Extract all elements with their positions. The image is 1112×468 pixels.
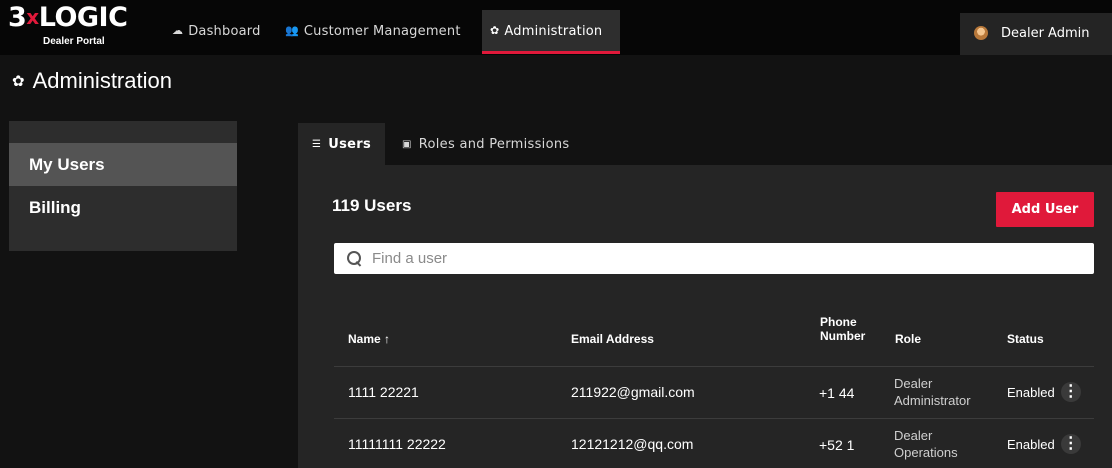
gear-icon: ✿ bbox=[12, 73, 25, 90]
cell-email: 211922@gmail.com bbox=[571, 384, 695, 400]
user-menu-label: Dealer Admin bbox=[1001, 25, 1090, 41]
more-options-icon[interactable]: ⋮ bbox=[1060, 382, 1081, 402]
nav-dashboard-label: Dashboard bbox=[188, 24, 261, 39]
sidebar-item-label: Billing bbox=[29, 197, 81, 217]
search-icon bbox=[346, 250, 364, 268]
nav-administration-label: Administration bbox=[504, 24, 603, 39]
cell-name: 11111111 22222 bbox=[348, 436, 446, 452]
cell-role-line1: Dealer bbox=[894, 376, 933, 391]
users-icon: 👥 bbox=[285, 24, 299, 37]
status-text: Enabled bbox=[1007, 436, 1055, 452]
row-divider bbox=[334, 366, 1094, 367]
column-header-phone-line2: Number bbox=[820, 329, 866, 343]
users-icon: ☰ bbox=[312, 138, 322, 150]
nav-dashboard[interactable]: ☁ Dashboard bbox=[172, 10, 261, 54]
status-text: Enabled bbox=[1007, 384, 1055, 400]
more-options-icon[interactable]: ⋮ bbox=[1060, 434, 1081, 454]
cell-role-line2: Administrator bbox=[894, 393, 971, 408]
tab-roles-label: Roles and Permissions bbox=[418, 136, 570, 152]
brand-logo[interactable]: 3xLOGIC Dealer Portal bbox=[8, 3, 153, 53]
search-input[interactable] bbox=[372, 250, 1072, 267]
add-user-button[interactable]: Add User bbox=[996, 192, 1094, 227]
column-header-email[interactable]: Email Address bbox=[571, 332, 654, 346]
users-count: 119 Users bbox=[332, 196, 412, 215]
cell-status: Enabled ⋮ bbox=[1007, 434, 1081, 454]
page-title: ✿ Administration bbox=[12, 68, 172, 94]
cell-status: Enabled ⋮ bbox=[1007, 382, 1081, 402]
cell-name: 1111 22221 bbox=[348, 384, 419, 400]
logo-subtitle: Dealer Portal bbox=[43, 36, 105, 47]
cell-role: Dealer Administrator bbox=[894, 375, 971, 409]
gear-icon: ✿ bbox=[490, 24, 500, 37]
cell-role-line2: Operations bbox=[894, 445, 958, 460]
column-header-status[interactable]: Status bbox=[1007, 332, 1044, 346]
cell-role-line1: Dealer bbox=[894, 428, 933, 443]
sidebar-item-label: My Users bbox=[29, 154, 105, 174]
tab-roles-and-permissions[interactable]: ▣ Roles and Permissions bbox=[402, 123, 569, 165]
page-title-text: Administration bbox=[32, 68, 172, 93]
cell-email: 12121212@qq.com bbox=[571, 436, 694, 452]
logo-wordmark: 3xLOGIC bbox=[8, 2, 128, 33]
cell-role: Dealer Operations bbox=[894, 427, 958, 461]
nav-administration[interactable]: ✿ Administration bbox=[482, 10, 620, 54]
tab-users-label: Users bbox=[328, 136, 372, 152]
column-header-name[interactable]: Name ↑ bbox=[348, 332, 390, 346]
column-header-phone-line1: Phone bbox=[820, 315, 857, 329]
top-navigation-bar: 3xLOGIC Dealer Portal ☁ Dashboard 👥 Cust… bbox=[0, 0, 1112, 55]
nav-customer-management-label: Customer Management bbox=[303, 24, 461, 39]
tab-bar: ☰ Users ▣ Roles and Permissions bbox=[298, 123, 1112, 165]
id-card-icon: ▣ bbox=[402, 138, 412, 150]
avatar bbox=[974, 26, 988, 40]
row-divider bbox=[334, 418, 1094, 419]
nav-customer-management[interactable]: 👥 Customer Management bbox=[285, 10, 461, 54]
column-header-role[interactable]: Role bbox=[895, 332, 921, 346]
column-header-phone[interactable]: Phone Number bbox=[820, 315, 865, 343]
tab-users[interactable]: ☰ Users bbox=[298, 123, 386, 165]
sidebar-item-billing[interactable]: Billing bbox=[9, 186, 237, 229]
user-search-box[interactable] bbox=[334, 243, 1094, 274]
sidebar-item-my-users[interactable]: My Users bbox=[9, 143, 237, 186]
sidebar-panel: My Users Billing bbox=[9, 121, 237, 251]
cloud-icon: ☁ bbox=[172, 24, 184, 37]
cell-phone: +52 1 bbox=[819, 437, 855, 453]
user-menu-button[interactable]: Dealer Admin bbox=[960, 13, 1112, 55]
users-panel: ☰ Users ▣ Roles and Permissions 119 User… bbox=[298, 123, 1112, 468]
cell-phone: +1 44 bbox=[819, 385, 855, 401]
